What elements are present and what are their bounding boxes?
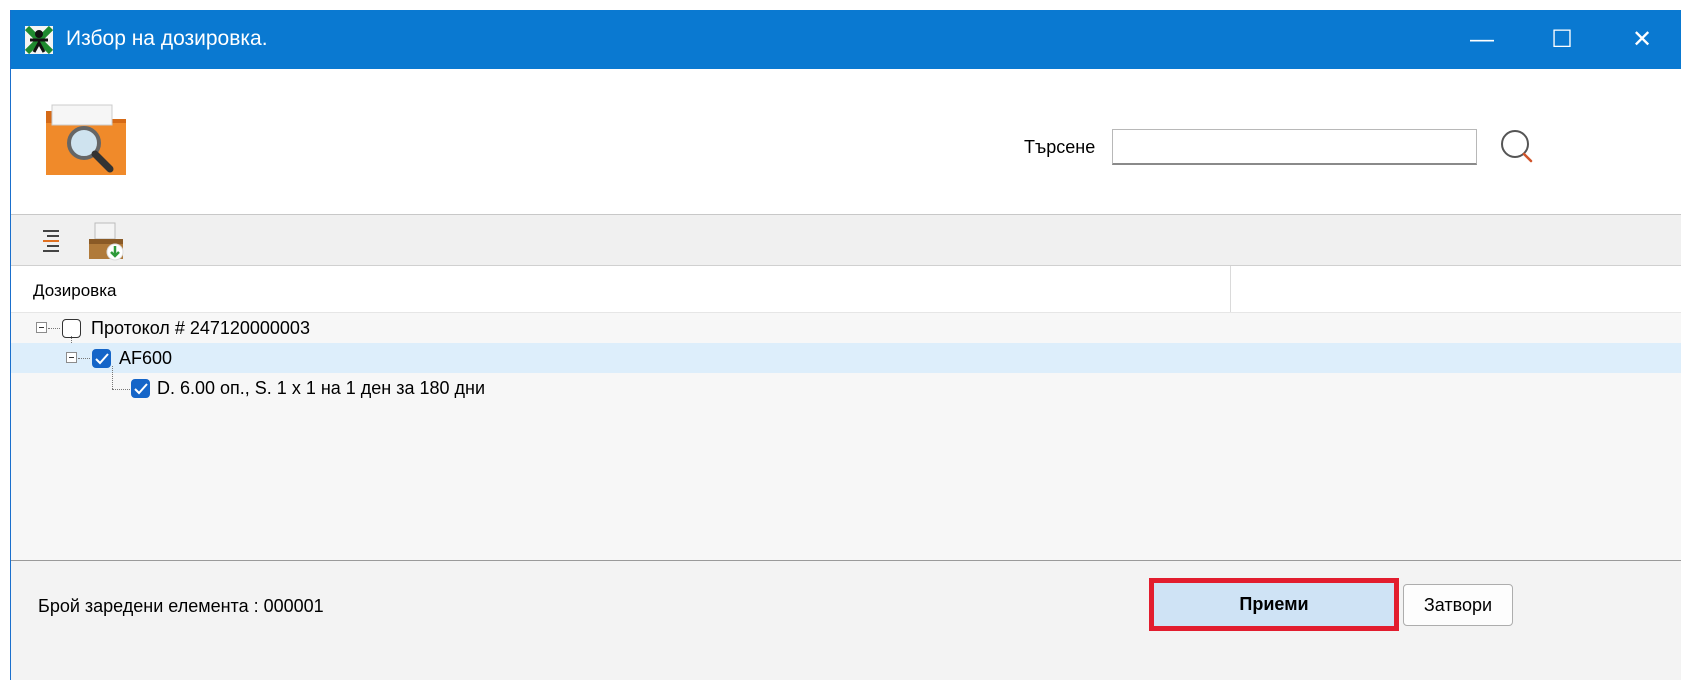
tree-connector bbox=[78, 358, 90, 359]
folder-search-icon bbox=[46, 104, 126, 175]
maximize-button[interactable]: ☐ bbox=[1522, 10, 1602, 69]
dialog-header: Търсене bbox=[11, 69, 1681, 215]
minimize-button[interactable]: — bbox=[1442, 10, 1522, 69]
tree-row-protocol[interactable]: Протокол # 247120000003 bbox=[11, 313, 1681, 343]
tree-row-af600[interactable]: AF600 bbox=[11, 343, 1681, 373]
accept-button[interactable]: Приеми bbox=[1149, 578, 1399, 631]
column-header-dosage[interactable]: Дозировка bbox=[33, 281, 116, 301]
collapse-tree-icon[interactable] bbox=[33, 221, 73, 261]
loaded-count-text: Брой заредени елемента : 000001 bbox=[38, 596, 324, 616]
dialog-footer: Брой заредени елемента : 000001 Приеми З… bbox=[11, 561, 1681, 680]
tree-node-label: D. 6.00 оп., S. 1 x 1 на 1 ден за 180 дн… bbox=[157, 378, 486, 398]
tree-connector bbox=[48, 328, 60, 329]
package-import-icon[interactable] bbox=[86, 221, 126, 261]
search-input[interactable] bbox=[1112, 129, 1477, 165]
grid-header: Дозировка bbox=[11, 266, 1681, 313]
dosage-tree[interactable]: Протокол # 247120000003 AF600 D. 6.00 оп… bbox=[11, 313, 1681, 561]
checkmark-icon bbox=[134, 383, 148, 395]
tree-node-label: Протокол # 247120000003 bbox=[91, 318, 310, 338]
column-separator[interactable] bbox=[1230, 266, 1231, 312]
search-label: Търсене bbox=[1024, 137, 1096, 157]
app-logo-icon bbox=[25, 26, 53, 54]
af600-checkbox[interactable] bbox=[92, 349, 111, 368]
tree-node-label: AF600 bbox=[119, 348, 173, 368]
search-icon[interactable] bbox=[1498, 127, 1538, 167]
close-window-button[interactable]: ✕ bbox=[1602, 10, 1681, 69]
collapse-expander-icon[interactable] bbox=[36, 322, 47, 333]
close-button[interactable]: Затвори bbox=[1403, 584, 1513, 626]
dialog-window: Избор на дозировка. — ☐ ✕ Търсене Дозиро… bbox=[10, 10, 1681, 680]
tree-row-dosage[interactable]: D. 6.00 оп., S. 1 x 1 на 1 ден за 180 дн… bbox=[11, 373, 1681, 403]
dosage-checkbox[interactable] bbox=[131, 379, 150, 398]
checkmark-icon bbox=[95, 353, 109, 365]
tree-connector bbox=[112, 389, 130, 390]
title-bar[interactable]: Избор на дозировка. — ☐ ✕ bbox=[11, 10, 1681, 69]
window-title: Избор на дозировка. bbox=[66, 27, 268, 50]
collapse-expander-icon[interactable] bbox=[66, 352, 77, 363]
toolbar bbox=[11, 215, 1681, 266]
